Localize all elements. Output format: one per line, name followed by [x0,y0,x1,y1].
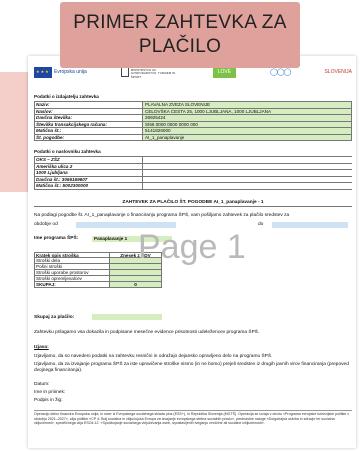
olympic-logo: ◯◯◯ [270,68,291,76]
applicant-table: Naziv: PLAVALNA ZVEZA SLOVENIJE Naslov: CEL… [34,101,352,141]
olympic-rings-icon: ◯◯◯ [270,69,291,76]
footnote: Operacijo delno financira Evropska unija… [34,410,352,426]
cost-description: SKUPAJ: [34,282,110,287]
applicant-field-label: Številka transakcijskega računa: [35,121,143,127]
cost-description: Kratek opis stroška [34,253,110,258]
payment-label: Skupaj za plačilo: [34,315,75,320]
recipient-line: 1000 Ljubljana [35,170,143,176]
slovenia-logo: SLOVENIJA [324,69,352,75]
cost-description: Stroški opremljevalcev [34,276,110,281]
recipient-header: Podatki o naslovniku zahtevka [34,149,101,154]
signature-label: Podpis in žig: [34,398,63,403]
applicant-section: Podatki o izdajatelju zahtevka Naziv: PLA… [34,94,352,190]
applicant-field-value[interactable]: AI_1_panaplavanje [143,134,352,140]
recipient-empty-cell [143,157,352,163]
applicant-field-value[interactable]: 5141826000 [143,128,352,134]
recipient-line: Matična št.: 5002300000 [35,183,143,189]
slovenia-logo-text: SLOVENIJA [324,69,352,75]
applicant-field-label: Davčna številka: [35,115,143,121]
applicant-field-label: Matična št.: [35,128,143,134]
applicant-field-value[interactable]: CELOVŠKA CESTA 25, 1000 LJUBLJANA, 1000 … [143,108,352,114]
government-crest-icon [120,67,129,77]
recipient-line: Ameriška ulica 2 [35,163,143,169]
green-logo-text: LOVE [217,69,232,75]
eu-logo-text: Evropska unija [54,69,87,75]
applicant-field-value[interactable]: PLAVALNA ZVEZA SLOVENIJE [143,102,352,108]
recipient-table: OKS – ZŠZ Ameriška ulica 2 1000 Ljubljana D… [34,156,352,190]
recipient-empty-cell [143,164,352,170]
recipient-line: OKS – ZŠZ [35,157,143,163]
applicant-field-value[interactable]: SI56 0000 0000 0000 000 [143,121,352,127]
payment-amount-field[interactable] [92,314,162,320]
cost-amount[interactable] [110,276,162,281]
cost-amount[interactable] [110,270,162,275]
cost-amount[interactable]: 0 [110,282,162,287]
attachments-note: Zahtevku prilagamo vsa dokazila in podpi… [34,330,260,335]
statement-2: Izjavljamo, da za izvajanje programa ŠPŠ… [34,362,349,373]
eu-logo: Evropska unija [34,66,87,78]
recipient-row: Matična št.: 5002300000 [35,183,352,190]
eu-flag-icon [34,66,52,78]
recipient-empty-cell [143,183,352,189]
applicant-field-value[interactable]: 28925424 [143,115,352,121]
applicant-header: Podatki o izdajatelju zahtevka [34,94,99,99]
applicant-row: Št. pogodbe: AI_1_panaplavanje [35,134,352,141]
banner-line-2: PLAČILO [138,36,222,57]
date-label: Datum: [34,382,50,387]
intro-text: Na podlagi pogodbe št. AI_1_panaplavanje… [34,213,290,218]
recipient-empty-cell [143,170,352,176]
recipient-line: Davčna št.: 3066169607 [35,176,143,182]
statement-1: Izjavljamo, da so navedeni podatki na za… [34,354,273,359]
page-watermark: Page 1 [138,228,246,266]
period-to-field[interactable] [272,222,348,228]
statement-title: Izjava: [34,345,49,350]
title-banner: PRIMER ZAHTEVKA ZA PLAČILO [60,2,300,68]
recipient-empty-cell [143,177,352,183]
applicant-field-label: Št. pogodbe: [35,134,143,140]
cost-description: Stroški uporabe prostorov [34,270,110,275]
applicant-field-label: Naziv: [35,102,143,108]
banner-line-1: PRIMER ZAHTEVKA ZA [73,12,287,33]
request-title: ZAHTEVEK ZA PLAČILO ŠT. POGODBE AI_1_pan… [34,200,352,207]
applicant-field-label: Naslov: [35,108,143,114]
cost-description: Stroški dela [34,258,110,263]
name-label: Ime in priimek: [34,390,66,395]
cost-description: Pošni stroški [34,264,110,269]
cost-row: SKUPAJ: 0 [34,282,162,288]
